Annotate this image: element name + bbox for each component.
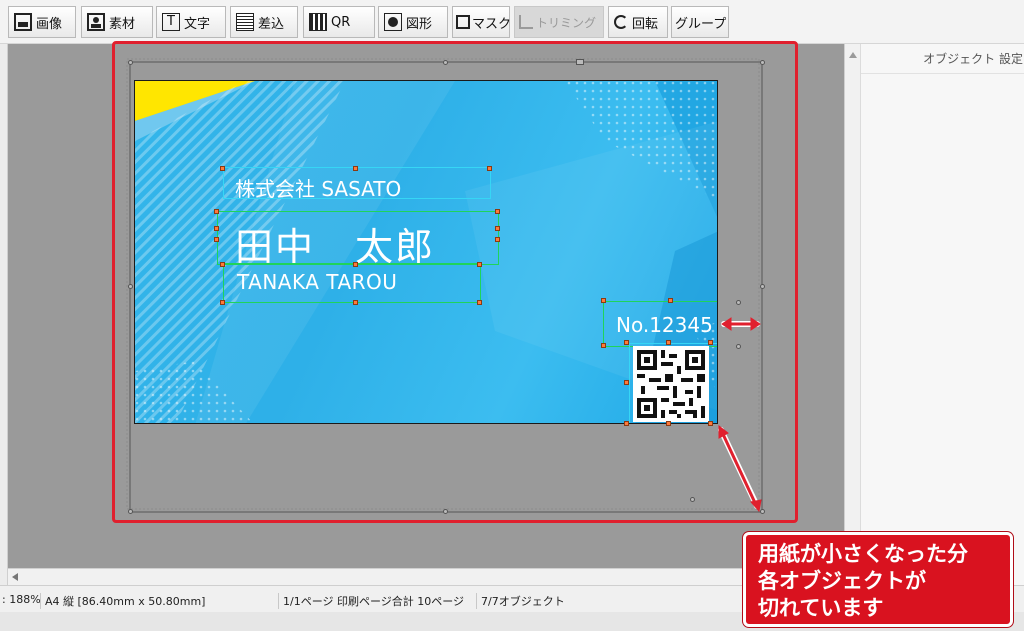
annotation-callout: 用紙が小さくなった分 各オブジェクトが 切れています [743, 532, 1013, 627]
object-settings-panel: オブジェクト 設定 [860, 44, 1024, 585]
object-settings-title: オブジェクト 設定 [861, 44, 1024, 74]
paper-size: A4 縦 [86.40mm x 50.80mm] [40, 593, 205, 609]
callout-text: 用紙が小さくなった分 各オブジェクトが 切れています [758, 542, 968, 620]
zoom-level: : 188% [2, 593, 41, 606]
object-count: 7/7オブジェクト [476, 593, 565, 609]
scroll-up-icon[interactable] [849, 52, 857, 58]
scroll-left-icon[interactable] [12, 573, 18, 581]
page-info: 1/1ページ 印刷ページ合計 10ページ [278, 593, 464, 609]
horizontal-scrollbar[interactable] [8, 568, 844, 585]
vertical-scrollbar[interactable] [844, 44, 860, 585]
